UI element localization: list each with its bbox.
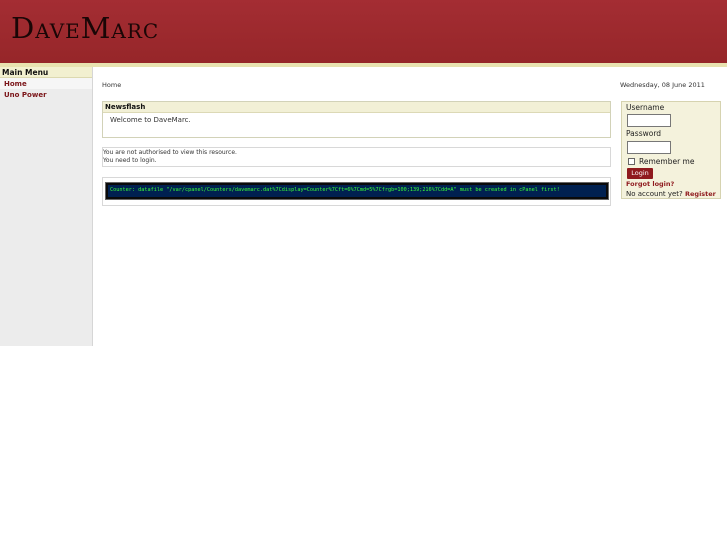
newsflash-title: Newsflash <box>103 102 610 113</box>
no-account-text: No account yet? Register <box>626 190 716 198</box>
counter-module: Counter: datafile "/var/cpanel/Counters/… <box>102 177 611 206</box>
sidebar: Main Menu Home Uno Power <box>0 67 93 346</box>
header-divider <box>0 63 727 67</box>
remember-me-label: Remember me <box>639 157 695 166</box>
newsflash-module: Newsflash Welcome to DaveMarc. <box>102 101 611 138</box>
forgot-login-link[interactable]: Forgot login? <box>626 180 674 188</box>
password-input[interactable] <box>627 141 671 154</box>
site-header: DaveMarc <box>0 0 727 63</box>
breadcrumb[interactable]: Home <box>102 81 121 89</box>
auth-notice-line-1: You are not authorised to view this reso… <box>103 149 237 156</box>
login-form: Username Password Remember me Login Forg… <box>621 101 721 199</box>
remember-me-checkbox[interactable] <box>628 158 635 165</box>
login-button[interactable]: Login <box>627 168 653 179</box>
newsflash-text: Welcome to DaveMarc. <box>110 116 191 124</box>
password-label: Password <box>626 129 662 138</box>
register-link[interactable]: Register <box>685 190 716 198</box>
date-display: Wednesday, 08 June 2011 <box>620 81 705 89</box>
sidebar-item-home[interactable]: Home <box>0 78 92 89</box>
no-account-label: No account yet? <box>626 190 683 198</box>
username-label: Username <box>626 103 665 112</box>
main-menu-title: Main Menu <box>0 67 92 78</box>
auth-notice-line-2: You need to login. <box>103 157 157 164</box>
counter-error-text: Counter: datafile "/var/cpanel/Counters/… <box>105 182 609 200</box>
username-input[interactable] <box>627 114 671 127</box>
sidebar-item-uno-power[interactable]: Uno Power <box>0 89 92 100</box>
auth-notice: You are not authorised to view this reso… <box>102 147 611 167</box>
site-logo[interactable]: DaveMarc <box>11 11 159 45</box>
